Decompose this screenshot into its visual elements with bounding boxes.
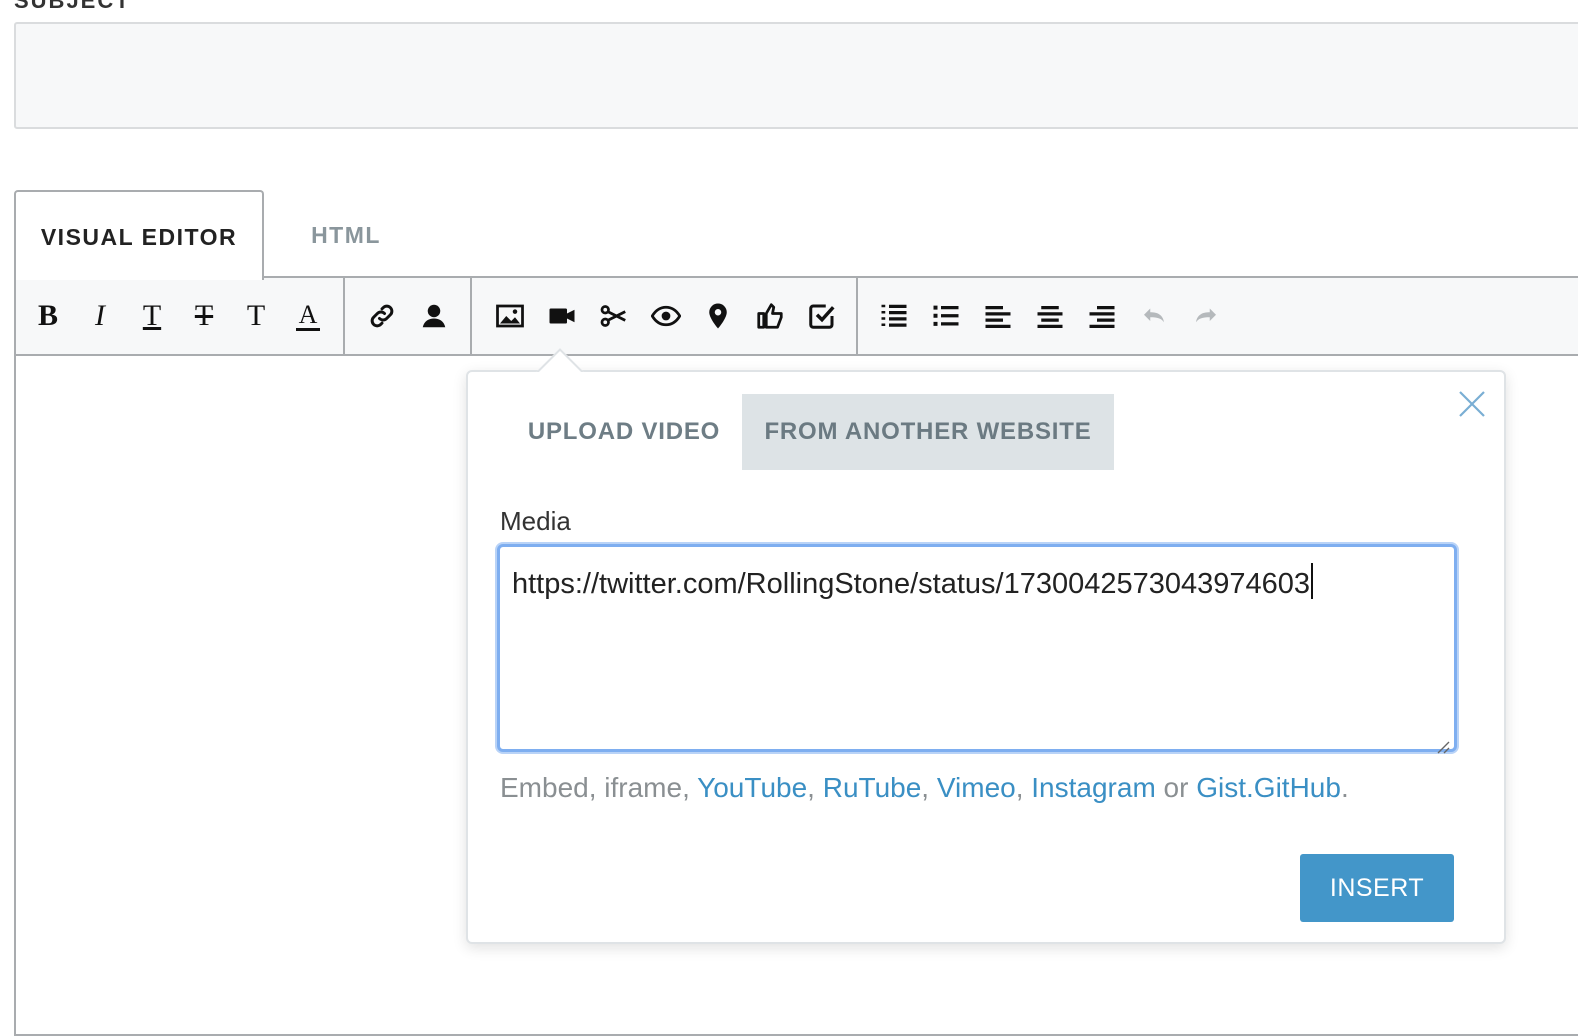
insert-button[interactable]: INSERT [1300,854,1454,922]
image-icon[interactable] [490,296,530,336]
strikethrough-icon[interactable]: T [184,296,224,336]
bullet-list-icon[interactable] [926,296,966,336]
italic-icon[interactable]: I [80,296,120,336]
toolbar-divider [856,278,858,354]
hint-separator: , [1015,772,1032,803]
hint-separator: , [807,772,823,803]
text-color-icon[interactable]: A [288,296,328,336]
link-gist-github[interactable]: Gist.GitHub [1196,772,1341,803]
underline-icon[interactable]: T [132,296,172,336]
video-icon[interactable] [542,296,582,336]
editor-tabs: VISUAL EDITOR HTML [14,190,1578,280]
toolbar-divider [343,278,345,354]
toolbar-divider [470,278,472,354]
align-right-icon[interactable] [1082,296,1122,336]
spoiler-icon[interactable] [646,296,686,336]
close-icon[interactable] [1454,386,1490,422]
link-youtube[interactable]: YouTube [697,772,807,803]
hint-conjunction: or [1155,772,1197,803]
align-left-icon[interactable] [978,296,1018,336]
text-caret [1311,563,1314,599]
subject-input[interactable] [14,22,1578,129]
location-icon[interactable] [698,296,738,336]
media-url-value: https://twitter.com/RollingStone/status/… [512,568,1311,600]
link-rutube[interactable]: RuTube [823,772,922,803]
undo-icon[interactable] [1134,296,1174,336]
resize-handle-icon[interactable] [1434,729,1450,754]
ordered-list-icon[interactable] [874,296,914,336]
hint-suffix: . [1340,772,1349,803]
link-icon[interactable] [362,296,402,336]
font-size-icon[interactable]: T [236,296,276,336]
video-insert-dialog: UPLOAD VIDEO FROM ANOTHER WEBSITE Media … [466,370,1506,944]
checklist-icon[interactable] [802,296,842,336]
user-icon[interactable] [414,296,454,336]
hint-prefix: Embed, iframe, [500,772,698,803]
cut-icon[interactable] [594,296,634,336]
link-vimeo[interactable]: Vimeo [937,772,1016,803]
tab-upload-video[interactable]: UPLOAD VIDEO [508,394,740,470]
supported-sources-hint: Embed, iframe, YouTube, RuTube, Vimeo, I… [500,772,1349,804]
bold-icon[interactable]: B [28,296,68,336]
editor-toolbar: B I T T T A [16,278,1578,356]
link-instagram[interactable]: Instagram [1031,772,1156,803]
tab-visual-editor[interactable]: VISUAL EDITOR [14,190,264,280]
subject-label: SUBJECT [14,0,131,13]
hint-separator: , [921,772,937,803]
poll-icon[interactable] [750,296,790,336]
align-center-icon[interactable] [1030,296,1070,336]
redo-icon[interactable] [1186,296,1226,336]
media-url-textarea[interactable]: https://twitter.com/RollingStone/status/… [497,544,1457,754]
popover-arrow [534,346,584,372]
tab-from-another-website[interactable]: FROM ANOTHER WEBSITE [742,394,1114,470]
tab-html[interactable]: HTML [276,190,416,278]
media-label: Media [500,506,571,536]
